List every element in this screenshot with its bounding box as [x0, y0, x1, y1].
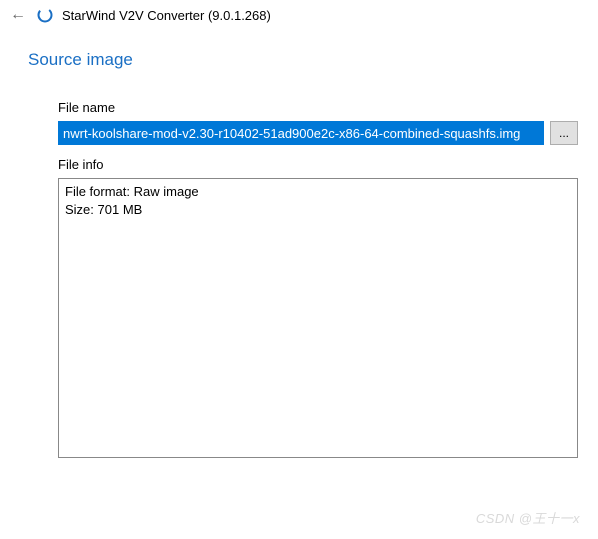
app-logo-icon: [36, 6, 54, 24]
app-title: StarWind V2V Converter (9.0.1.268): [62, 8, 271, 23]
header-bar: ← StarWind V2V Converter (9.0.1.268): [0, 0, 598, 30]
page-heading: Source image: [0, 30, 598, 80]
fileinfo-format: File format: Raw image: [65, 183, 571, 201]
filename-input[interactable]: [58, 121, 544, 145]
fileinfo-label: File info: [58, 157, 578, 172]
fileinfo-size: Size: 701 MB: [65, 201, 571, 219]
browse-button[interactable]: ...: [550, 121, 578, 145]
fileinfo-box: File format: Raw image Size: 701 MB: [58, 178, 578, 458]
filename-row: ...: [58, 121, 578, 145]
form-area: File name ... File info File format: Raw…: [0, 80, 598, 458]
watermark: CSDN @王十一x: [476, 508, 580, 527]
filename-label: File name: [58, 100, 578, 115]
back-arrow-icon[interactable]: ←: [8, 7, 28, 23]
